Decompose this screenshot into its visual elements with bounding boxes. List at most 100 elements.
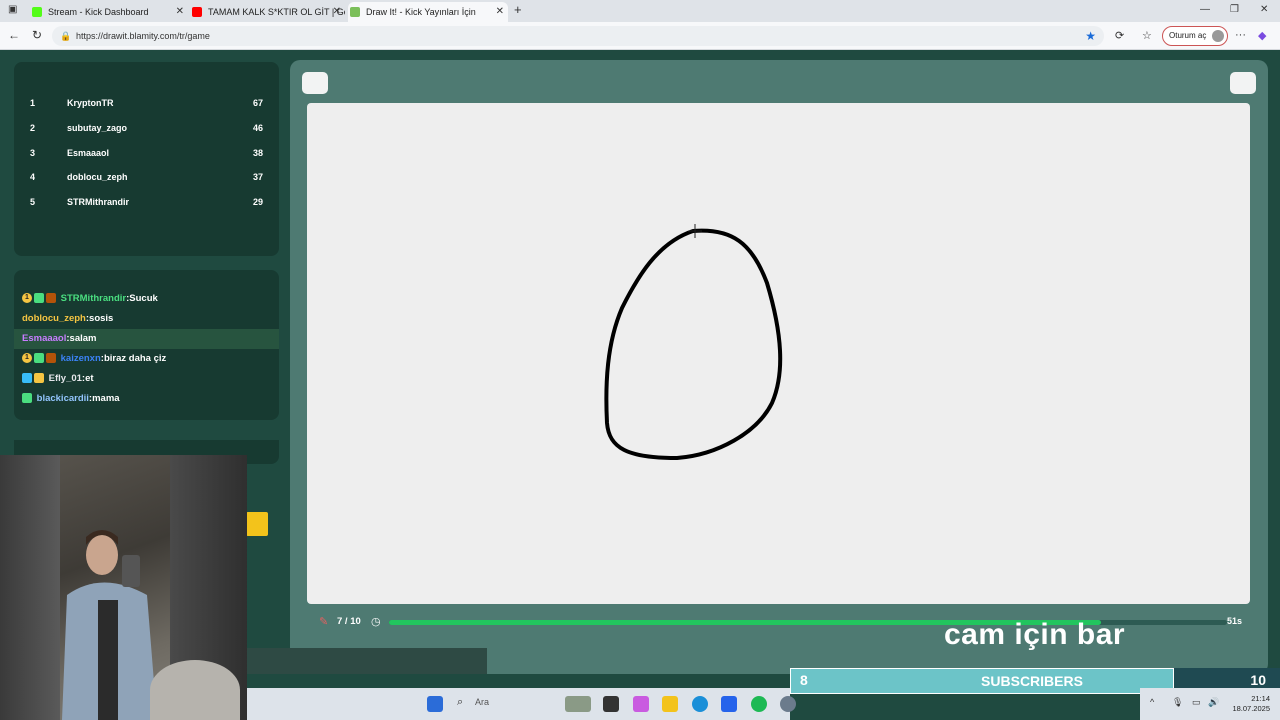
- rank: 5: [30, 197, 36, 207]
- tab-drawit[interactable]: Draw It! - Kick Yayınları İçin ✕: [348, 2, 508, 22]
- chat-username: blackicardii: [36, 393, 89, 404]
- browser-tab-bar: ▣ Stream - Kick Dashboard ✕ TAMAM KALK S…: [0, 0, 1280, 22]
- more-menu-icon[interactable]: ···: [1235, 29, 1246, 41]
- file-explorer-icon[interactable]: [662, 696, 678, 712]
- cam-background: [0, 455, 60, 720]
- crown-badge-icon: [34, 373, 44, 384]
- tab-actions-icon[interactable]: ▣: [8, 4, 17, 15]
- player-score: 37: [252, 172, 263, 182]
- bookmark-star-icon[interactable]: ★: [1085, 26, 1096, 46]
- pencil-icon: ✎: [319, 616, 329, 628]
- system-clock[interactable]: 21:14 18.07.2025: [1224, 694, 1270, 714]
- url-text: https://drawit.blamity.com/tr/game: [76, 31, 210, 41]
- clock-date: 18.07.2025: [1232, 704, 1270, 713]
- widgets-icon[interactable]: [565, 696, 591, 712]
- leaderboard-row: 3 Esmaaaol 38: [14, 148, 279, 164]
- login-button[interactable]: Oturum aç: [1162, 26, 1228, 46]
- game-panel: ✎ 7 / 10 ◷ 51s: [290, 60, 1268, 674]
- chat-text: et: [85, 373, 94, 384]
- favorites-icon[interactable]: ☆: [1142, 29, 1152, 42]
- copilot-app-icon[interactable]: [633, 696, 649, 712]
- chat-message: doblocu_zeph:sosis: [22, 313, 114, 324]
- address-bar: ← ↻ 🔒 https://drawit.blamity.com/tr/game…: [0, 22, 1280, 50]
- edge-icon[interactable]: [692, 696, 708, 712]
- chat-text: biraz daha çiz: [103, 353, 167, 364]
- tab-kick-dashboard[interactable]: Stream - Kick Dashboard ✕: [30, 2, 188, 22]
- player-score: 29: [252, 197, 263, 207]
- avatar-icon: [1212, 30, 1224, 42]
- drawing-svg: [604, 224, 783, 460]
- new-tab-icon[interactable]: +: [514, 2, 522, 17]
- player-score: 38: [252, 148, 263, 158]
- close-icon[interactable]: ✕: [333, 6, 341, 17]
- leaderboard-row: 2 subutay_zago 46: [14, 123, 279, 139]
- back-icon[interactable]: ←: [8, 28, 20, 42]
- round-counter: 7 / 10: [337, 616, 361, 627]
- taskbar-search-label[interactable]: Ara: [475, 697, 489, 707]
- search-icon[interactable]: ⌕: [457, 696, 463, 709]
- tab-title: TAMAM KALK S*KTIR OL GİT | Ge: [208, 7, 345, 17]
- refresh-icon[interactable]: ↻: [32, 28, 42, 42]
- overlay-strip: [247, 648, 487, 674]
- tab-youtube[interactable]: TAMAM KALK S*KTIR OL GİT | Ge ✕: [190, 2, 345, 22]
- close-icon[interactable]: ✕: [496, 6, 504, 17]
- settings-icon[interactable]: [780, 696, 796, 712]
- network-icon[interactable]: ▭: [1192, 697, 1201, 708]
- player-name: STRMithrandir: [67, 197, 129, 207]
- player-name: doblocu_zeph: [67, 172, 128, 182]
- action-button[interactable]: [246, 512, 268, 536]
- leaderboard-row: 1 KryptonTR 67: [14, 98, 279, 114]
- maximize-icon[interactable]: ❐: [1230, 4, 1239, 15]
- chat-username: Esmaaaol: [22, 333, 67, 344]
- drawit-favicon-icon: [350, 7, 360, 17]
- url-field[interactable]: 🔒 https://drawit.blamity.com/tr/game ★: [52, 26, 1104, 46]
- microphone-icon[interactable]: 🎙: [1172, 697, 1183, 708]
- og-badge-icon: [34, 293, 44, 304]
- chat-username: kaizenxn: [60, 353, 101, 364]
- extensions-icon[interactable]: ⟳: [1115, 29, 1124, 42]
- time-remaining: 51s: [1226, 616, 1242, 626]
- chat-username: STRMithrandir: [60, 293, 127, 304]
- start-icon[interactable]: [427, 696, 443, 712]
- clock-time: 21:14: [1251, 694, 1270, 703]
- dr-badge-icon: [46, 293, 56, 304]
- store-icon[interactable]: [721, 696, 737, 712]
- sub-badge-icon: 1: [22, 353, 32, 364]
- task-view-icon[interactable]: [603, 696, 619, 712]
- leaderboard-row: 4 doblocu_zeph 37: [14, 172, 279, 188]
- copilot-icon[interactable]: ◆: [1258, 29, 1266, 42]
- kick-favicon-icon: [32, 7, 42, 17]
- chat-message: Esmaaaol:salam: [14, 329, 279, 349]
- youtube-favicon-icon: [192, 7, 202, 17]
- rank: 1: [30, 98, 36, 108]
- tab-title: Draw It! - Kick Yayınları İçin: [366, 7, 476, 17]
- chat-message: 1 kaizenxn:biraz daha çiz: [14, 349, 279, 369]
- subscriber-label: SUBSCRIBERS: [981, 673, 1083, 689]
- chat-message: 1 STRMithrandir:Sucuk: [14, 289, 279, 309]
- player-name: Esmaaaol: [67, 148, 110, 158]
- rank: 2: [30, 123, 36, 133]
- minimize-icon[interactable]: —: [1200, 4, 1210, 15]
- window-close-icon[interactable]: ✕: [1260, 4, 1268, 15]
- drawn-egg-stroke: [604, 228, 783, 460]
- player-score: 67: [252, 98, 263, 108]
- top-left-button[interactable]: [302, 72, 328, 94]
- top-right-button[interactable]: [1230, 72, 1256, 94]
- player-name: subutay_zago: [67, 123, 128, 133]
- volume-icon[interactable]: 🔊: [1208, 697, 1219, 708]
- close-icon[interactable]: ✕: [176, 6, 184, 17]
- chat-text: Sucuk: [129, 293, 158, 304]
- player-score: 46: [252, 123, 263, 133]
- taskbar: ⌕: [247, 688, 796, 720]
- chat-text: salam: [69, 333, 97, 344]
- chat-message: Efly_01:et: [14, 369, 279, 389]
- chat-username: doblocu_zeph: [22, 313, 86, 324]
- leaderboard-panel: 1 KryptonTR 67 2 subutay_zago 46 3 Esmaa…: [14, 62, 279, 256]
- login-label: Oturum aç: [1169, 31, 1207, 40]
- spotify-icon[interactable]: [751, 696, 767, 712]
- chat-text: mama: [92, 393, 120, 404]
- player-name: KryptonTR: [67, 98, 114, 108]
- tray-chevron-icon[interactable]: ^: [1150, 697, 1154, 707]
- drawing-canvas[interactable]: [307, 103, 1250, 604]
- cam-object: [150, 660, 240, 720]
